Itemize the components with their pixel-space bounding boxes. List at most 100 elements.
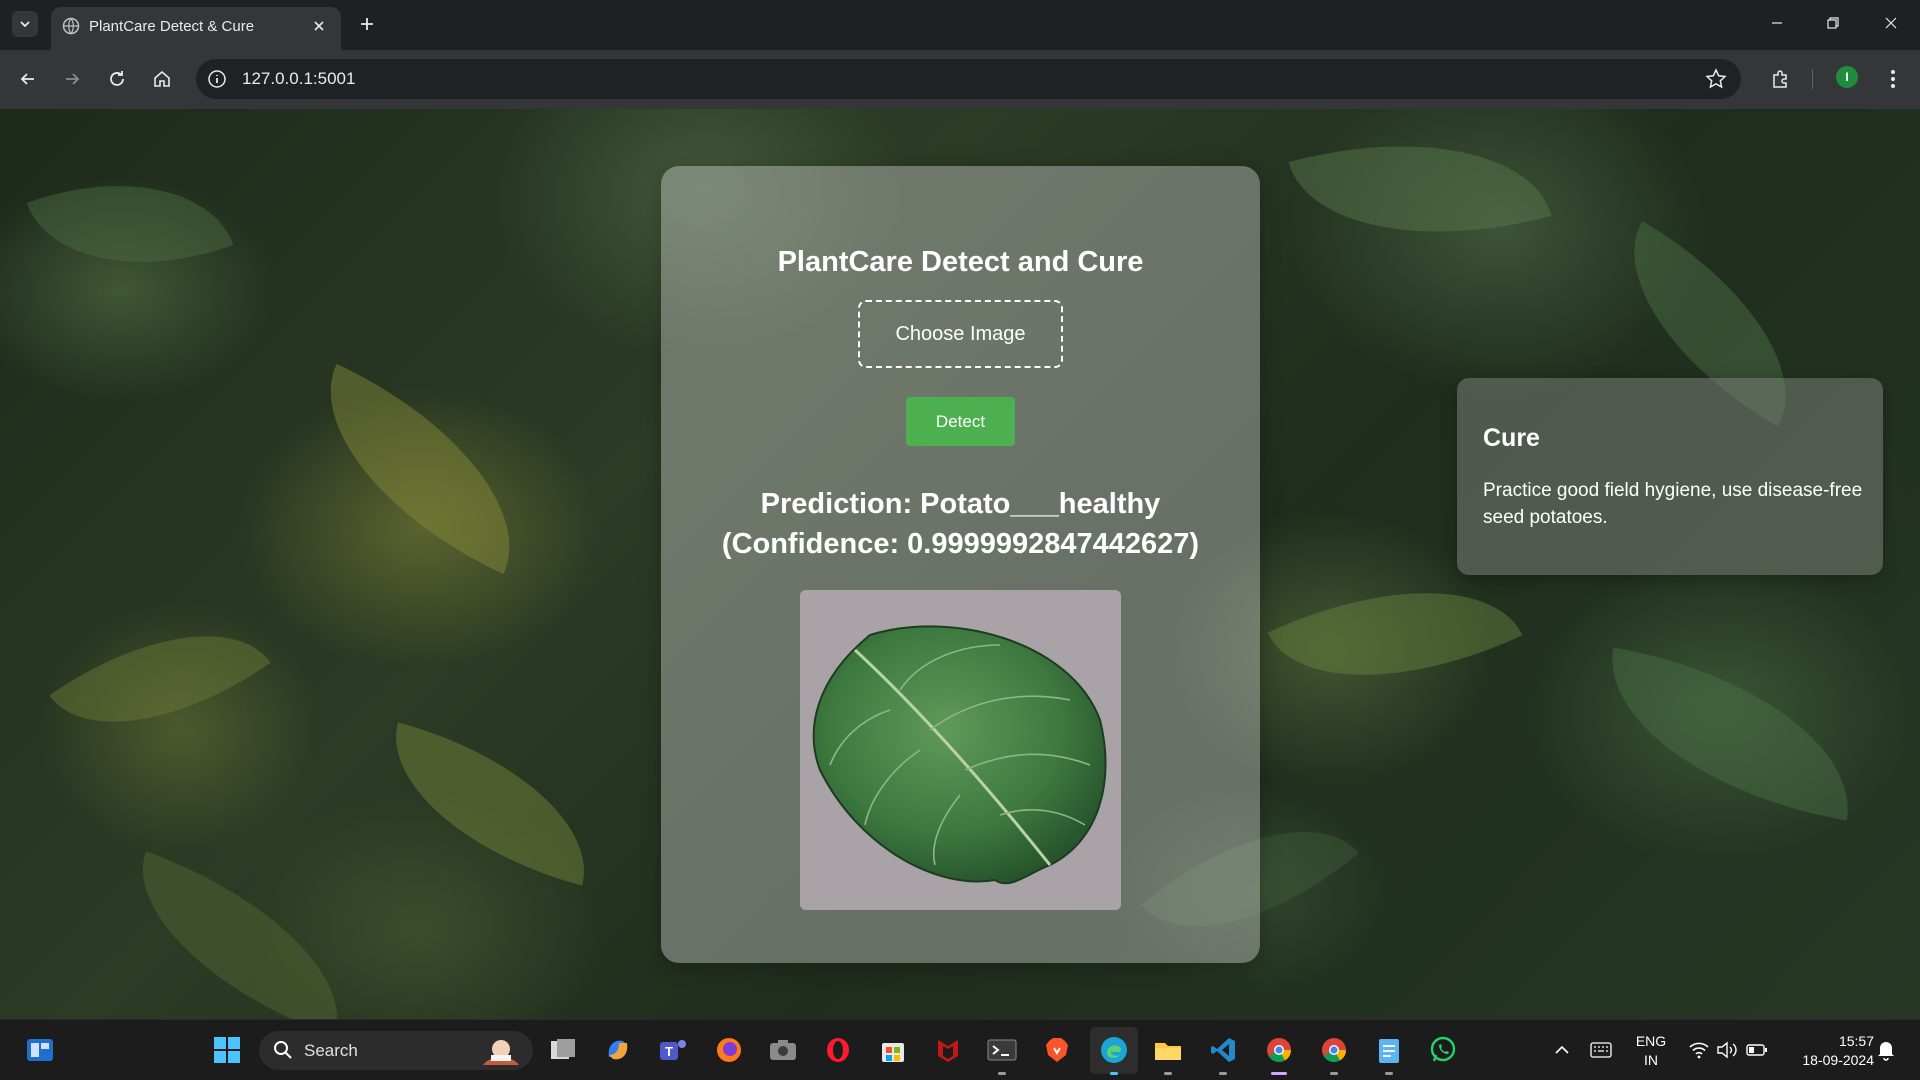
minimize-icon	[1772, 22, 1782, 24]
notifications-button[interactable]	[1870, 1034, 1902, 1066]
cure-title: Cure	[1483, 424, 1540, 452]
mcafee-icon	[938, 1040, 958, 1062]
tab-close-button[interactable]	[309, 16, 329, 36]
teams-icon: T	[660, 1040, 686, 1060]
kebab-menu-icon	[1891, 70, 1895, 88]
choose-image-button[interactable]: Choose Image	[858, 300, 1063, 368]
menu-button[interactable]	[1879, 65, 1907, 93]
minimize-button[interactable]	[1763, 9, 1791, 37]
taskbar-app-store[interactable]	[877, 1034, 909, 1066]
taskbar-app-mcafee[interactable]	[932, 1034, 964, 1066]
browser-toolbar: 127.0.0.1:5001 I	[0, 50, 1920, 109]
chrome-alt-icon	[1322, 1038, 1346, 1063]
chevron-down-icon	[20, 21, 30, 28]
widgets-button[interactable]	[24, 1034, 56, 1066]
battery-button[interactable]	[1741, 1034, 1773, 1066]
clock[interactable]: 15:57 18-09-2024	[1778, 1032, 1874, 1070]
keyboard-icon	[1590, 1042, 1612, 1058]
new-tab-button[interactable]	[355, 12, 379, 36]
info-icon[interactable]	[207, 69, 227, 89]
bell-icon	[1878, 1042, 1894, 1061]
plus-icon	[361, 18, 373, 30]
taskbar-app-teams[interactable]: T	[657, 1034, 689, 1066]
taskbar-app-chrome[interactable]	[1263, 1034, 1295, 1075]
uploaded-leaf-image	[800, 590, 1121, 910]
tab-strip: PlantCare Detect & Cure	[0, 0, 1920, 50]
arrow-left-icon	[20, 73, 34, 85]
firefox-icon	[717, 1038, 741, 1062]
taskbar-search[interactable]: Search	[259, 1031, 533, 1070]
widgets-icon	[27, 1039, 53, 1061]
cure-card: Cure Practice good field hygiene, use di…	[1457, 378, 1883, 575]
taskbar-app-camera[interactable]	[767, 1034, 799, 1066]
windows-logo-icon	[214, 1037, 240, 1063]
prediction-result: Prediction: Potato___healthy (Confidence…	[721, 488, 1200, 560]
windows-taskbar: Search T ENG IN 15:57 18-09-2024	[0, 1019, 1920, 1080]
search-icon	[274, 1041, 292, 1059]
whatsapp-icon	[1430, 1036, 1456, 1062]
taskbar-app-copilot[interactable]	[602, 1034, 634, 1066]
tab-active[interactable]: PlantCare Detect & Cure	[51, 7, 341, 50]
vscode-icon	[1211, 1038, 1235, 1062]
notepad-icon	[1379, 1039, 1399, 1063]
address-bar[interactable]: 127.0.0.1:5001	[196, 59, 1741, 99]
search-highlight-icon	[483, 1040, 519, 1065]
taskbar-app-whatsapp[interactable]	[1427, 1034, 1459, 1066]
arrow-right-icon	[66, 73, 80, 85]
tray-overflow-button[interactable]	[1546, 1034, 1578, 1066]
language-indicator[interactable]: ENG IN	[1630, 1032, 1672, 1070]
edge-icon	[1101, 1037, 1127, 1063]
speaker-icon	[1717, 1041, 1737, 1059]
keyboard-button[interactable]	[1585, 1034, 1617, 1066]
profile-avatar[interactable]: I	[1836, 66, 1858, 88]
taskbar-app-folder[interactable]	[1152, 1034, 1184, 1075]
camera-icon	[770, 1040, 796, 1060]
svg-text:T: T	[665, 1044, 673, 1059]
terminal-icon	[987, 1039, 1017, 1061]
wifi-icon	[1689, 1042, 1709, 1059]
chrome-icon	[1267, 1038, 1291, 1063]
taskbar-app-chrome-alt[interactable]	[1318, 1034, 1350, 1075]
cure-description: Practice good field hygiene, use disease…	[1483, 480, 1863, 528]
reload-button[interactable]	[103, 65, 131, 93]
region-code: IN	[1644, 1052, 1658, 1068]
chevron-up-icon	[1555, 1045, 1569, 1054]
taskbar-app-vscode[interactable]	[1207, 1034, 1239, 1075]
tab-title: PlantCare Detect & Cure	[89, 18, 255, 35]
folder-icon	[1155, 1043, 1181, 1060]
restore-icon	[1827, 17, 1839, 29]
taskbar-app-file-explorer[interactable]	[548, 1034, 580, 1066]
taskbar-search-label: Search	[304, 1041, 358, 1060]
detect-button[interactable]: Detect	[906, 397, 1015, 446]
forward-button[interactable]	[58, 65, 86, 93]
taskbar-app-opera[interactable]	[822, 1034, 854, 1066]
globe-icon	[62, 17, 80, 35]
volume-button[interactable]	[1711, 1034, 1743, 1066]
close-icon	[314, 21, 324, 31]
detect-card: PlantCare Detect and Cure Choose Image D…	[661, 166, 1260, 963]
back-button[interactable]	[14, 65, 42, 93]
task-view-icon	[551, 1039, 575, 1059]
opera-icon	[827, 1038, 849, 1062]
taskbar-app-firefox[interactable]	[713, 1034, 745, 1066]
store-icon	[882, 1043, 904, 1062]
taskbar-app-brave[interactable]	[1041, 1034, 1073, 1066]
page-viewport: PlantCare Detect and Cure Choose Image D…	[0, 109, 1920, 1019]
taskbar-app-notepad[interactable]	[1373, 1034, 1405, 1075]
star-icon[interactable]	[1705, 68, 1727, 90]
tab-search-button[interactable]	[12, 11, 38, 37]
close-window-button[interactable]	[1877, 9, 1905, 37]
start-button[interactable]	[211, 1034, 243, 1066]
home-button[interactable]	[148, 65, 176, 93]
home-icon	[154, 70, 170, 87]
taskbar-app-edge[interactable]	[1098, 1034, 1130, 1075]
language-code: ENG	[1635, 1033, 1667, 1049]
clock-date: 18-09-2024	[1802, 1052, 1874, 1068]
restore-button[interactable]	[1819, 9, 1847, 37]
taskbar-app-terminal[interactable]	[986, 1034, 1018, 1075]
puzzle-icon	[1773, 70, 1787, 88]
reload-icon	[110, 71, 124, 86]
copilot-icon	[608, 1040, 628, 1060]
extensions-button[interactable]	[1767, 65, 1795, 93]
url-text[interactable]: 127.0.0.1:5001	[242, 69, 355, 89]
